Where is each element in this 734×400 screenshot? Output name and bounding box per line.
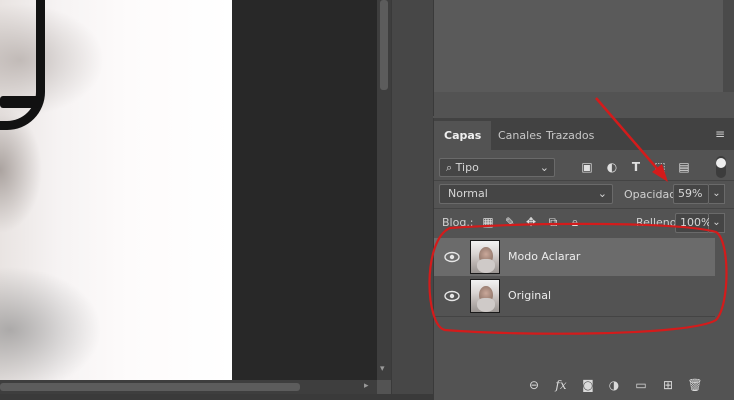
layers-panel: Capas Canales Trazados ≡ ⌕ Tipo ⌄ ▣ ◐ T … — [433, 118, 734, 400]
mask-icon[interactable]: ◙ — [580, 377, 596, 393]
lock-label: Bloq.: — [442, 216, 474, 229]
lock-artboard-icon[interactable]: ⧉ — [545, 214, 561, 230]
glasses-bridge — [0, 96, 40, 108]
trash-icon[interactable]: 🗑︎ — [687, 377, 703, 393]
horizontal-scrollbar[interactable]: ▸ — [0, 380, 377, 394]
layer-filter-select[interactable]: ⌕ Tipo ⌄ — [439, 158, 555, 177]
lock-all-icon[interactable]: 🔒︎ — [567, 214, 583, 230]
panel-tabbar: Capas Canales Trazados ≡ — [434, 118, 734, 150]
lock-transparent-icon[interactable]: ▦ — [480, 214, 496, 230]
toggle-knob — [716, 158, 726, 168]
folder-icon[interactable]: ▭ — [633, 377, 649, 393]
image-icon[interactable]: ▣ — [579, 158, 595, 176]
layer-row-original[interactable]: Original — [434, 277, 715, 315]
eye-icon[interactable] — [444, 288, 460, 304]
adjustment-icon[interactable]: ◐ — [604, 158, 620, 176]
search-icon: ⌕ — [446, 161, 453, 174]
divider — [434, 316, 715, 317]
scroll-down-icon[interactable]: ▾ — [380, 364, 385, 374]
new-layer-icon[interactable]: ⊞ — [660, 377, 676, 393]
eye-icon[interactable] — [444, 249, 460, 265]
adjustment-layer-icon[interactable]: ◑ — [606, 377, 622, 393]
smart-object-icon[interactable]: ▤ — [676, 158, 692, 176]
horizontal-scroll-thumb[interactable] — [0, 383, 300, 391]
layers-footer: ⊖ fx ◙ ◑ ▭ ⊞ 🗑︎ — [434, 370, 734, 400]
link-icon[interactable]: ⊖ — [526, 377, 542, 393]
fx-icon[interactable]: fx — [553, 377, 569, 393]
layer-thumbnail — [470, 279, 500, 313]
fill-label: Relleno: — [636, 216, 681, 229]
opacity-label: Opacidad: — [624, 188, 680, 201]
layer-name[interactable]: Modo Aclarar — [508, 238, 580, 276]
filter-label: Tipo — [455, 161, 479, 174]
chevron-down-icon: ⌄ — [539, 161, 549, 174]
fill-input[interactable]: 100% — [675, 213, 711, 233]
divider — [434, 180, 734, 181]
lock-position-icon[interactable]: ✥ — [523, 214, 539, 230]
fill-dropdown-icon[interactable]: ⌄ — [709, 213, 725, 233]
scroll-right-icon[interactable]: ▸ — [364, 381, 369, 391]
divider — [434, 208, 734, 209]
chevron-down-icon: ⌄ — [597, 187, 607, 200]
blend-mode-select[interactable]: Normal ⌄ — [439, 184, 613, 204]
upper-panel-content — [434, 0, 724, 92]
type-icon[interactable]: T — [628, 158, 644, 176]
layer-row-modo-aclarar[interactable]: Modo Aclarar — [434, 238, 715, 276]
panel-menu-icon[interactable]: ≡ — [715, 127, 725, 141]
tab-capas[interactable]: Capas — [434, 121, 492, 150]
opacity-dropdown-icon[interactable]: ⌄ — [709, 184, 725, 204]
photo-image — [0, 0, 232, 380]
document-canvas[interactable] — [0, 0, 377, 380]
layer-thumbnail — [470, 240, 500, 274]
glasses-shape — [0, 0, 45, 130]
blend-mode-value: Normal — [448, 187, 488, 200]
filter-toggle[interactable] — [716, 156, 726, 178]
vertical-scrollbar[interactable]: ▾ — [377, 0, 391, 380]
upper-panel — [433, 0, 734, 116]
shape-icon[interactable]: ⬚ — [652, 158, 668, 176]
layer-name[interactable]: Original — [508, 277, 551, 315]
vertical-scroll-thumb[interactable] — [380, 0, 388, 90]
lock-paint-icon[interactable]: ✎ — [502, 214, 518, 230]
tab-trazados[interactable]: Trazados — [536, 121, 604, 150]
upper-panel-scrollbar[interactable] — [723, 0, 734, 92]
panel-dock-gutter — [391, 0, 433, 400]
opacity-input[interactable]: 59% — [673, 184, 709, 204]
